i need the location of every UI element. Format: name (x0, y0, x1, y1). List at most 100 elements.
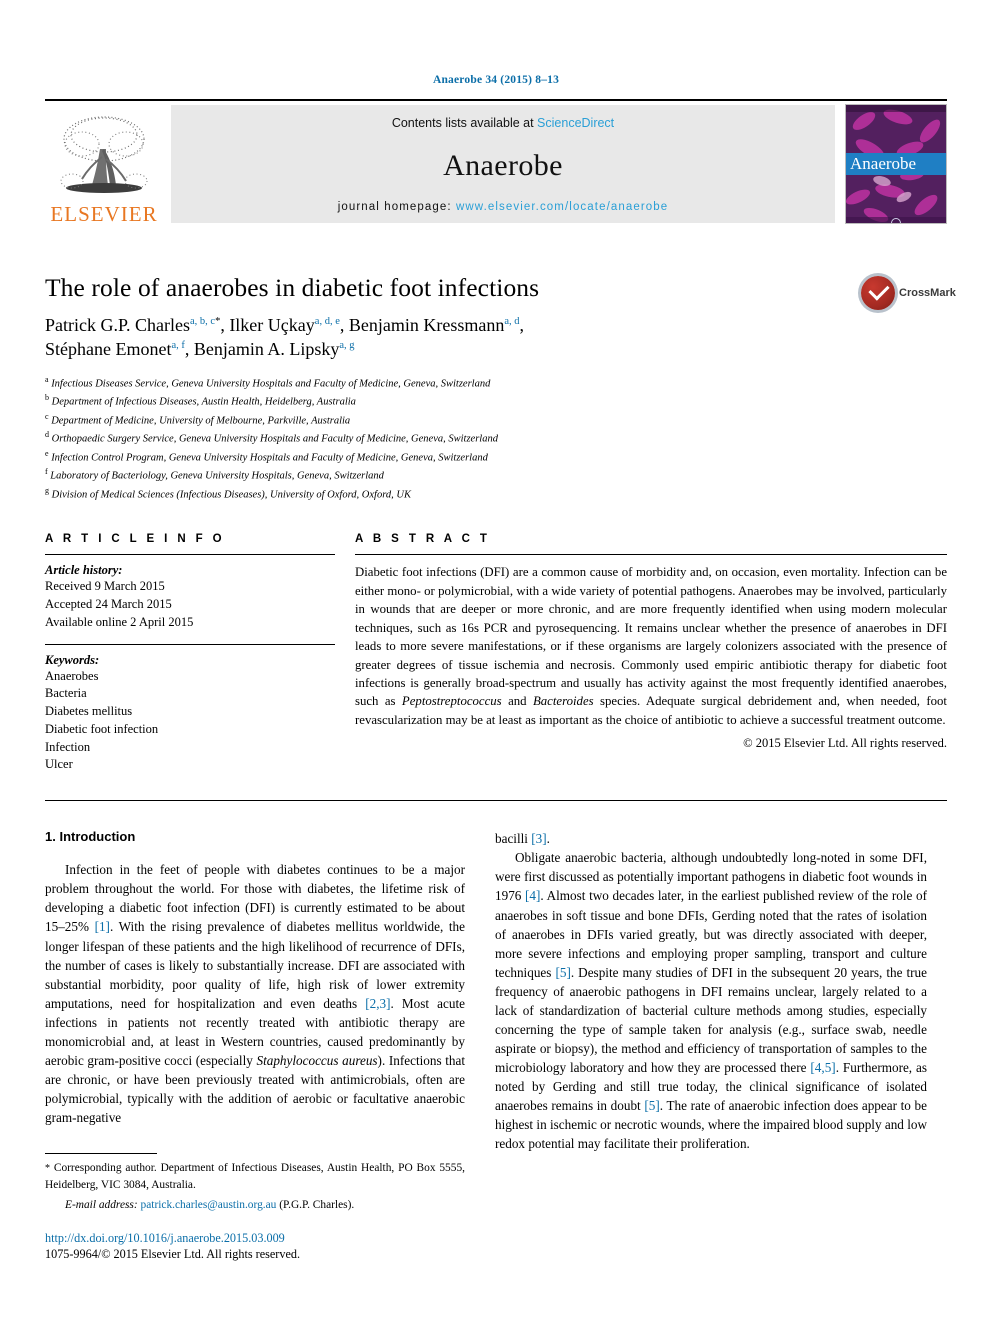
affiliation-item: d Orthopaedic Surgery Service, Geneva Un… (45, 429, 947, 448)
corresponding-author-note: * Corresponding author. Department of In… (45, 1160, 465, 1193)
elsevier-logo: ELSEVIER (45, 101, 163, 227)
footnote-divider (45, 1153, 157, 1155)
citation-ref[interactable]: [1] (95, 919, 110, 934)
body-paragraph: Obligate anaerobic bacteria, although un… (495, 848, 927, 1153)
affiliation-list: a Infectious Diseases Service, Geneva Un… (45, 374, 947, 504)
affiliation-marker: b (45, 393, 49, 403)
email-link[interactable]: patrick.charles@austin.org.au (141, 1199, 277, 1211)
running-head: Anaerobe 34 (2015) 8–13 (432, 74, 560, 86)
citation-ref[interactable]: [5] (644, 1098, 659, 1113)
abstract-genus-bacteroides: Bacteroides (532, 694, 594, 709)
divider (45, 800, 947, 802)
author-affil-markers: a, d, e (314, 316, 340, 327)
paper-page: Anaerobe 34 (2015) 8–13 ELSEVIER Content… (0, 0, 992, 1323)
body-paragraph: bacilli [3]. (495, 829, 927, 848)
author-list: Patrick G.P. Charlesa, b, c*, Ilker Uçka… (45, 315, 525, 360)
citation-ref[interactable]: [4] (525, 888, 540, 903)
affiliation-item: e Infection Control Program, Geneva Univ… (45, 448, 947, 467)
keyword-item: Diabetic foot infection (45, 721, 159, 736)
keyword-item: Infection (45, 739, 91, 754)
keywords-label: Keywords: (45, 652, 100, 667)
cover-artwork: Anaerobe (846, 105, 946, 223)
elsevier-wordmark: ELSEVIER (50, 202, 158, 226)
affiliation-text: Division of Medical Sciences (Infectious… (51, 489, 411, 501)
keyword-item: Diabetes mellitus (45, 704, 133, 719)
author-name: , Benjamin Kressmann (339, 315, 505, 335)
affiliation-text: Department of Medicine, University of Me… (51, 415, 351, 427)
abstract-copyright: © 2015 Elsevier Ltd. All rights reserved… (743, 736, 947, 751)
journal-band: Contents lists available at ScienceDirec… (171, 105, 835, 223)
author-affil-markers: a, d (504, 316, 520, 327)
doi-link[interactable]: http://dx.doi.org/10.1016/j.anaerobe.201… (45, 1231, 465, 1246)
abstract-genus-peptostreptococcus: Peptostreptococcus (401, 694, 502, 709)
affiliation-text: Laboratory of Bacteriology, Geneva Unive… (50, 470, 384, 482)
doi-block: http://dx.doi.org/10.1016/j.anaerobe.201… (45, 1231, 465, 1262)
issn-copyright-line: 1075-9964/© 2015 Elsevier Ltd. All right… (45, 1246, 300, 1261)
citation-ref[interactable]: [4,5] (810, 1060, 835, 1075)
author-name: , Ilker Uçkay (220, 315, 315, 335)
author-name: Patrick G.P. Charles (45, 315, 190, 335)
article-history-received: Received 9 March 2015 (45, 579, 165, 594)
affiliation-marker: f (45, 467, 48, 477)
affiliation-text: Department of Infectious Diseases, Austi… (51, 396, 356, 408)
affiliation-item: f Laboratory of Bacteriology, Geneva Uni… (45, 466, 947, 485)
author-name: , Benjamin A. Lipsky (184, 339, 340, 360)
affiliation-text: Orthopaedic Surgery Service, Geneva Univ… (51, 433, 498, 445)
body-column-left: 1. Introduction Infection in the feet of… (45, 829, 465, 1262)
crossmark-badge[interactable]: CrossMark (861, 267, 956, 319)
email-suffix: (P.G.P. Charles). (276, 1199, 355, 1212)
body-paragraph: Infection in the feet of people with dia… (45, 860, 465, 1127)
author-affil-markers: a, f (171, 340, 185, 352)
text-part: . Despite many studies of DFI in the sub… (495, 964, 928, 1076)
abstract-heading: A B S T R A C T (355, 533, 491, 546)
affiliation-marker: d (45, 430, 49, 440)
sciencedirect-link[interactable]: ScienceDirect (537, 116, 614, 130)
author-affil-markers: a, b, c (189, 316, 216, 327)
affiliation-item: a Infectious Diseases Service, Geneva Un… (45, 374, 947, 393)
contents-prefix: Contents lists available at (391, 116, 538, 130)
keyword-item: Bacteria (45, 686, 87, 701)
affiliation-item: c Department of Medicine, University of … (45, 411, 947, 430)
article-history-label: Article history: (45, 563, 123, 578)
divider (45, 554, 335, 556)
author-affil-markers: a, g (339, 340, 355, 352)
body-columns: 1. Introduction Infection in the feet of… (45, 829, 947, 1262)
abstract-part: and (501, 694, 533, 709)
abstract-body: Diabetic foot infections (DFI) are a com… (355, 563, 947, 729)
text-part: . (546, 831, 550, 847)
article-info-heading: A R T I C L E I N F O (45, 533, 226, 546)
journal-homepage-line: journal homepage: www.elsevier.com/locat… (338, 201, 669, 213)
body-column-right: bacilli [3]. Obligate anaerobic bacteria… (495, 829, 927, 1262)
section-heading-introduction: 1. Introduction (45, 829, 136, 845)
article-history-online: Available online 2 April 2015 (45, 614, 194, 629)
abstract-part: Diabetic foot infections (DFI) are a com… (355, 565, 947, 709)
info-abstract-section: A R T I C L E I N F O Article history: R… (45, 533, 947, 774)
keyword-item: Ulcer (45, 757, 73, 772)
footnote-block: * Corresponding author. Department of In… (45, 1153, 465, 1262)
page-title: The role of anaerobes in diabetic foot i… (45, 273, 540, 302)
elsevier-tree-icon (60, 116, 148, 193)
affiliation-text: Infection Control Program, Geneva Univer… (51, 452, 488, 464)
affiliation-marker: a (45, 374, 49, 384)
text-part: bacilli (495, 831, 532, 847)
email-label: E-mail address: (65, 1199, 138, 1212)
citation-ref[interactable]: [5] (555, 965, 570, 980)
journal-masthead: ELSEVIER Contents lists available at Sci… (45, 99, 947, 227)
divider (45, 643, 335, 645)
abstract-column: A B S T R A C T Diabetic foot infections… (355, 533, 947, 774)
homepage-url-link[interactable]: www.elsevier.com/locate/anaerobe (456, 201, 668, 213)
affiliation-item: g Division of Medical Sciences (Infectio… (45, 485, 947, 504)
citation-ref[interactable]: [2,3] (365, 996, 390, 1011)
contents-available-line: Contents lists available at ScienceDirec… (392, 116, 614, 130)
citation-ref[interactable]: [3] (531, 831, 546, 846)
author-name: Stéphane Emonet (45, 339, 172, 360)
homepage-prefix: journal homepage: (337, 201, 456, 213)
svg-text:Anaerobe: Anaerobe (850, 154, 916, 173)
crossmark-label: CrossMark (899, 287, 956, 299)
affiliation-item: b Department of Infectious Diseases, Aus… (45, 392, 947, 411)
affiliation-marker: g (45, 485, 49, 495)
article-info-column: A R T I C L E I N F O Article history: R… (45, 533, 335, 774)
journal-cover-thumbnail: Anaerobe (845, 104, 947, 224)
corresponding-text: Corresponding author. Department of Infe… (45, 1162, 465, 1191)
species-name: Staphylococcus aureus (256, 1052, 378, 1068)
